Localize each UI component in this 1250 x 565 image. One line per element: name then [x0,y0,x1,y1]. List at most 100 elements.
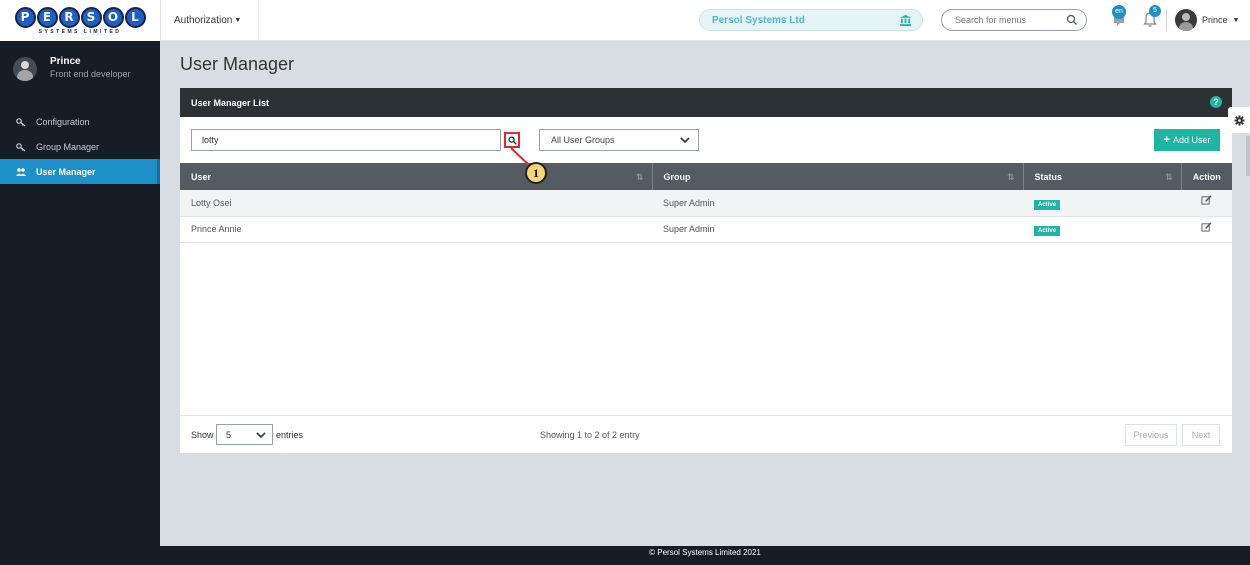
next-button[interactable]: Next [1182,424,1220,446]
profile-avatar [13,57,37,81]
sidebar-item-label: Group Manager [36,141,100,152]
table-row[interactable]: Prince Annie Super Admin Active [180,216,1232,242]
persol-logo[interactable]: P E R S O L SYSTEMS LIMITED [0,0,160,41]
sidebar-item-label: Configuration [36,116,90,127]
cell-group: Super Admin [663,224,715,234]
search-icon [507,135,517,145]
cell-status: Active [1023,216,1181,242]
sidebar-profile: Prince Front end developer [0,51,160,91]
status-badge: Active [1034,199,1061,210]
logo-tagline: SYSTEMS LIMITED [38,28,122,35]
edit-icon[interactable] [1201,195,1212,205]
sidebar-nav: Configuration Group Manager User Manager [0,109,160,184]
panel-header: User Manager List ? [180,88,1232,117]
logo-letter: S [80,6,102,28]
key-icon [16,117,26,126]
profile-role: Front end developer [50,69,131,79]
sidebar: Prince Front end developer Configuration… [0,41,160,565]
sort-icon[interactable]: ⇅ [636,172,644,183]
user-manager-panel: User Manager List ? All User Groups + Ad… [180,88,1232,453]
column-label: Group [663,171,691,182]
top-header: P E R S O L SYSTEMS LIMITED Authorizatio… [0,0,1250,41]
add-user-label: Add User [1172,135,1211,145]
sidebar-item-user-manager[interactable]: User Manager [0,159,160,184]
status-badge: Active [1034,226,1061,236]
logo-letter: O [102,6,124,28]
callout-badge: 1 [525,162,547,184]
caret-down-icon: ▼ [1232,16,1240,24]
page-size-select[interactable]: 5 [216,424,273,445]
key-icon [16,142,26,151]
column-label: Action [1192,171,1221,182]
cell-user: Lotty Osei [191,197,232,208]
user-table: User ⇅ Group ⇅ Status ⇅ Action Lotty Osei S… [180,163,1232,243]
add-user-button[interactable]: + Add User [1154,129,1220,151]
company-name: Persol Systems Ltd [712,14,805,26]
table-footer: Show 5 entries Showing 1 to 2 of 2 entry… [180,418,1232,453]
panel-title: User Manager List [191,97,270,108]
column-label: User [191,171,212,182]
chevron-down-icon [256,432,266,439]
notification-count-badge: 5 [1149,5,1161,17]
plus-icon: + [1163,134,1170,146]
main-content: User Manager User Manager List ? All Use… [160,41,1250,546]
search-icon[interactable] [1066,14,1078,26]
logo-letter: L [124,6,146,28]
settings-tab[interactable] [1228,107,1250,133]
bank-icon [899,14,912,27]
menu-search-input[interactable] [955,15,1065,25]
sort-icon[interactable]: ⇅ [1007,172,1015,183]
edit-icon[interactable] [1201,221,1212,232]
user-menu[interactable]: Prince ▼ [1175,9,1239,31]
pagination-info: Showing 1 to 2 of 2 entry [540,430,640,440]
user-search-box[interactable] [191,129,501,151]
sidebar-item-group-manager[interactable]: Group Manager [0,134,160,159]
cell-user: Prince Annie [191,224,242,234]
caret-down-icon: ▼ [234,17,242,24]
module-label: Authorization [174,15,233,26]
language-badge: en [1112,5,1126,19]
scrollbar[interactable] [1246,136,1250,176]
sidebar-item-label: User Manager [36,166,96,177]
users-icon [16,167,26,176]
user-name: Prince [1202,15,1228,25]
menu-search-box[interactable] [941,9,1087,31]
list-toolbar: All User Groups + Add User [180,117,1232,163]
table-empty-area [180,292,1232,416]
entries-label: entries [276,430,304,440]
user-search-input[interactable] [202,135,492,145]
logo-letter: R [58,6,80,28]
table-row[interactable]: Lotty Osei Super Admin Active [180,190,1232,216]
logo-letter: E [36,6,58,28]
column-header-user[interactable]: User ⇅ [180,163,653,190]
page-size-value: 5 [226,429,232,440]
chevron-down-icon [680,137,690,144]
gear-icon [1233,114,1245,126]
table-header-row: User ⇅ Group ⇅ Status ⇅ Action [180,163,1232,190]
cell-action [1181,216,1232,242]
help-icon[interactable]: ? [1210,96,1222,108]
company-selector[interactable]: Persol Systems Ltd [699,9,923,31]
search-button[interactable] [504,132,520,148]
module-dropdown[interactable]: Authorization ▼ [160,0,259,41]
avatar [1175,9,1197,31]
column-header-action: Action [1181,163,1232,190]
sidebar-item-configuration[interactable]: Configuration [0,109,160,134]
profile-name: Prince [50,56,81,67]
group-filter-value: All User Groups [551,135,615,145]
page-footer: © Persol Systems Limited 2021 [160,546,1250,565]
column-header-group[interactable]: Group ⇅ [652,163,1024,190]
previous-button[interactable]: Previous [1125,424,1177,446]
logo-wordmark: P E R S O L [14,6,146,28]
cell-status: Active [1023,190,1181,216]
column-header-status[interactable]: Status ⇅ [1023,163,1182,190]
cell-group: Super Admin [663,197,715,208]
sort-icon[interactable]: ⇅ [1165,172,1173,183]
logo-letter: P [14,6,36,28]
show-label: Show [191,430,214,440]
user-group-filter[interactable]: All User Groups [539,129,699,151]
column-label: Status [1034,171,1063,182]
header-divider [1166,9,1167,31]
cell-action [1181,190,1232,216]
page-title: User Manager [180,54,295,74]
